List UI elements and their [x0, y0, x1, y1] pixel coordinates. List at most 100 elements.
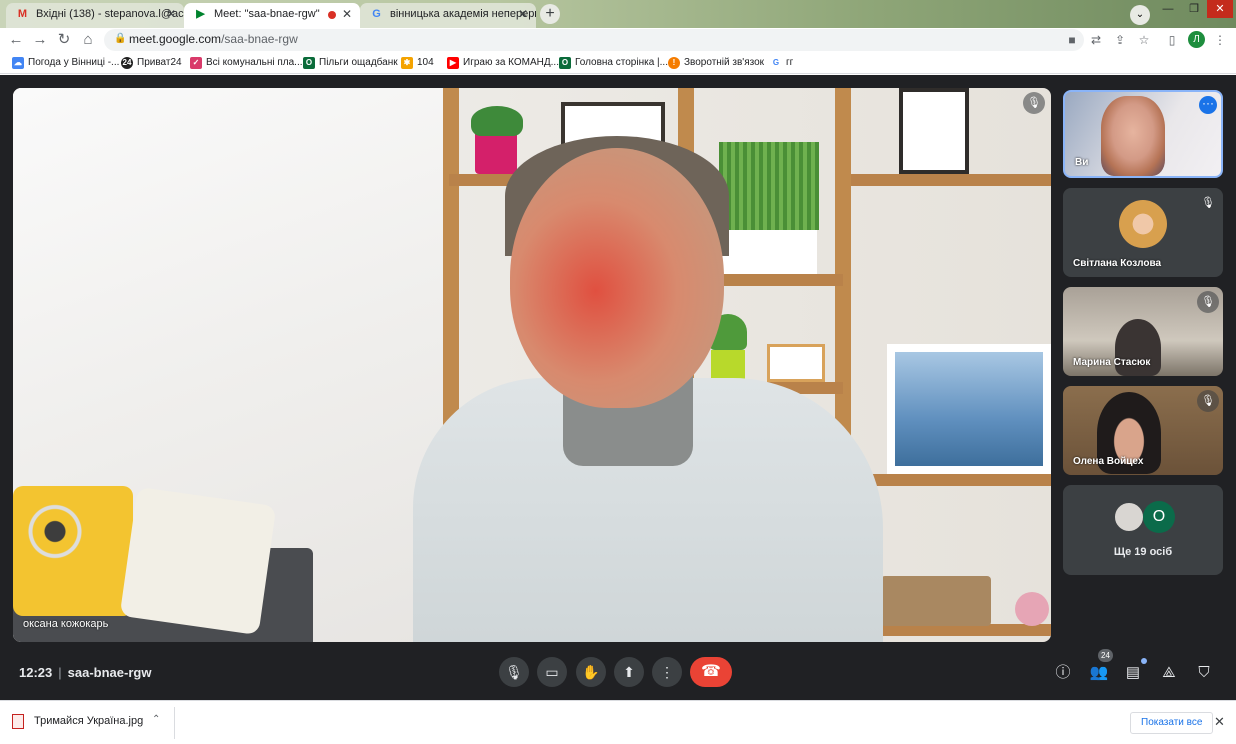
side-panel-icon[interactable]: ▯ [1164, 32, 1180, 48]
host-controls-icon[interactable]: ⛉ [1193, 662, 1215, 684]
tab-google[interactable]: G вінницька академія неперервн ✕ [360, 3, 536, 28]
meeting-code: saa-bnae-rgw [67, 665, 152, 680]
oschadbank-icon: O [303, 57, 315, 69]
participant-tile[interactable]: 🎙 Світлана Козлова [1063, 188, 1223, 277]
close-tab-icon[interactable]: ✕ [166, 3, 176, 25]
leave-call-button[interactable]: ☎ [690, 657, 732, 687]
profile-avatar[interactable]: Л [1188, 31, 1205, 48]
forward-icon[interactable]: → [30, 30, 50, 50]
mic-off-icon: 🎙 [1023, 92, 1045, 114]
google-icon: G [372, 8, 381, 20]
self-video [1101, 96, 1165, 176]
self-video-tile[interactable]: ··· Ви [1063, 90, 1223, 178]
bookmark-item[interactable]: O Головна сторінка |... [559, 55, 668, 71]
utility-icon: ✓ [190, 57, 202, 69]
meet-control-bar: 12:23 | saa-bnae-rgw 🎙 ▭ ✋ ⬆ ⋮ ☎ ⓘ 👥 24 ▤ … [0, 649, 1236, 700]
bookmarks-bar: ☁ Погода у Вінниці -... 24 Приват24 ✓ Всі к… [0, 52, 1236, 74]
white-planter [721, 230, 817, 274]
chat-icon[interactable]: ▤ [1122, 662, 1144, 684]
share-icon[interactable]: ⇪ [1112, 32, 1128, 48]
small-frame [767, 344, 825, 382]
bookmark-label: 104 [417, 57, 434, 68]
shelf-board [851, 474, 1051, 486]
bookmark-item[interactable]: ✓ Всі комунальні пла... [190, 55, 303, 71]
participant-name: Світлана Козлова [1073, 258, 1162, 269]
maximize-icon[interactable]: ❐ [1181, 0, 1207, 18]
people-icon[interactable]: 👥 [1088, 662, 1110, 684]
bookmark-item[interactable]: Gгг [770, 55, 793, 71]
file-icon [12, 714, 24, 729]
back-icon[interactable]: ← [6, 30, 26, 50]
tab-title: Meet: "saa-bnae-rgw" [214, 8, 320, 20]
avatar: О [1143, 501, 1175, 533]
tab-meet[interactable]: ▶ Meet: "saa-bnae-rgw" ✕ [184, 3, 360, 28]
basket [881, 576, 991, 626]
bookmark-star-icon[interactable]: ☆ [1136, 32, 1152, 48]
close-tab-icon[interactable]: ✕ [518, 3, 528, 25]
participant-tile[interactable]: 🎙 Марина Стасюк [1063, 287, 1223, 376]
bookmark-item[interactable]: ☁ Погода у Вінниці -... [12, 55, 119, 71]
pillow [119, 486, 277, 636]
oschadbank-icon: O [559, 57, 571, 69]
raise-hand-button[interactable]: ✋ [576, 657, 606, 687]
avatar [1119, 200, 1167, 248]
participant-name: Марина Стасюк [1073, 357, 1151, 368]
browser-toolbar: ← → ↻ ⌂ 🔒 meet.google.com/saa-bnae-rgw ■… [0, 28, 1236, 52]
close-icon[interactable]: ✕ [1214, 714, 1225, 730]
picture-frame [899, 88, 969, 174]
pillow [13, 486, 133, 616]
tab-title: Вхідні (138) - stepanova.l@acade [36, 8, 184, 20]
close-tab-icon[interactable]: ✕ [342, 3, 352, 25]
recording-icon [328, 11, 336, 19]
meet-icon: ▶ [196, 8, 205, 20]
new-tab-button[interactable]: + [540, 4, 560, 24]
more-participants-tile[interactable]: О Ще 19 осіб [1063, 485, 1223, 575]
present-button[interactable]: ⬆ [614, 657, 644, 687]
privat24-icon: 24 [121, 57, 133, 69]
translate-icon[interactable]: ⇄ [1088, 32, 1104, 48]
download-item[interactable]: Тримайся Україна.jpg [12, 714, 144, 729]
home-icon[interactable]: ⌂ [78, 30, 98, 50]
youtube-icon: ▶ [447, 57, 459, 69]
show-all-button[interactable]: Показати все [1130, 712, 1214, 734]
plant-pot [475, 134, 517, 174]
more-participants-label: Ще 19 осіб [1113, 546, 1173, 558]
lock-icon[interactable]: 🔒 [114, 33, 126, 44]
people-count-badge: 24 [1098, 649, 1113, 662]
bookmark-item[interactable]: ▶ Играю за КОМАНД... [447, 55, 559, 71]
chevron-up-icon[interactable]: ⌃ [152, 714, 160, 725]
bookmark-item[interactable]: O Пільги ощадбанк [303, 55, 398, 71]
main-video-tile[interactable]: 🎙 оксана кожокарь [13, 88, 1051, 642]
sea-picture [887, 344, 1051, 474]
menu-icon[interactable]: ⋮ [1212, 32, 1228, 48]
close-window-icon[interactable]: ✕ [1207, 0, 1233, 18]
tab-gmail[interactable]: M Вхідні (138) - stepanova.l@acade ✕ [6, 3, 184, 28]
chat-notification-dot [1141, 658, 1147, 664]
address-bar[interactable]: 🔒 meet.google.com/saa-bnae-rgw [104, 29, 1084, 51]
google-icon: G [770, 57, 782, 69]
reload-icon[interactable]: ↻ [54, 30, 74, 50]
camera-icon[interactable]: ■ [1064, 32, 1080, 48]
bookmark-label: Головна сторінка |... [575, 57, 668, 68]
bookmark-item[interactable]: ✱ 104 [401, 55, 434, 71]
microphone-button[interactable]: 🎙 [499, 657, 529, 687]
tab-strip: M Вхідні (138) - stepanova.l@acade ✕ ▶ M… [0, 0, 1236, 28]
pink-ball [1015, 592, 1049, 626]
meeting-info-icon[interactable]: ⓘ [1052, 662, 1074, 684]
downloads-bar: Тримайся Україна.jpg ⌃ Показати все ✕ [0, 700, 1236, 744]
tab-title: вінницька академія неперервн [390, 8, 536, 20]
download-filename: Тримайся Україна.jpg [34, 715, 144, 727]
activities-icon[interactable]: ⟁ [1158, 662, 1180, 684]
minimize-icon[interactable]: — [1155, 0, 1181, 18]
meet-stage: 🎙 оксана кожокарь ··· Ви 🎙 Світлана Козл… [0, 75, 1236, 700]
more-options-icon[interactable]: ··· [1199, 96, 1217, 114]
more-options-button[interactable]: ⋮ [652, 657, 682, 687]
grass-plant [719, 142, 819, 230]
tab-search-icon[interactable]: ⌄ [1130, 5, 1150, 25]
gas-icon: ✱ [401, 57, 413, 69]
bookmark-item[interactable]: ! Зворотній зв'язок [668, 55, 764, 71]
url-path: /saa-bnae-rgw [221, 32, 298, 46]
bookmark-item[interactable]: 24 Приват24 [121, 55, 182, 71]
participant-tile[interactable]: 🎙 Олена Войцех [1063, 386, 1223, 475]
camera-button[interactable]: ▭ [537, 657, 567, 687]
